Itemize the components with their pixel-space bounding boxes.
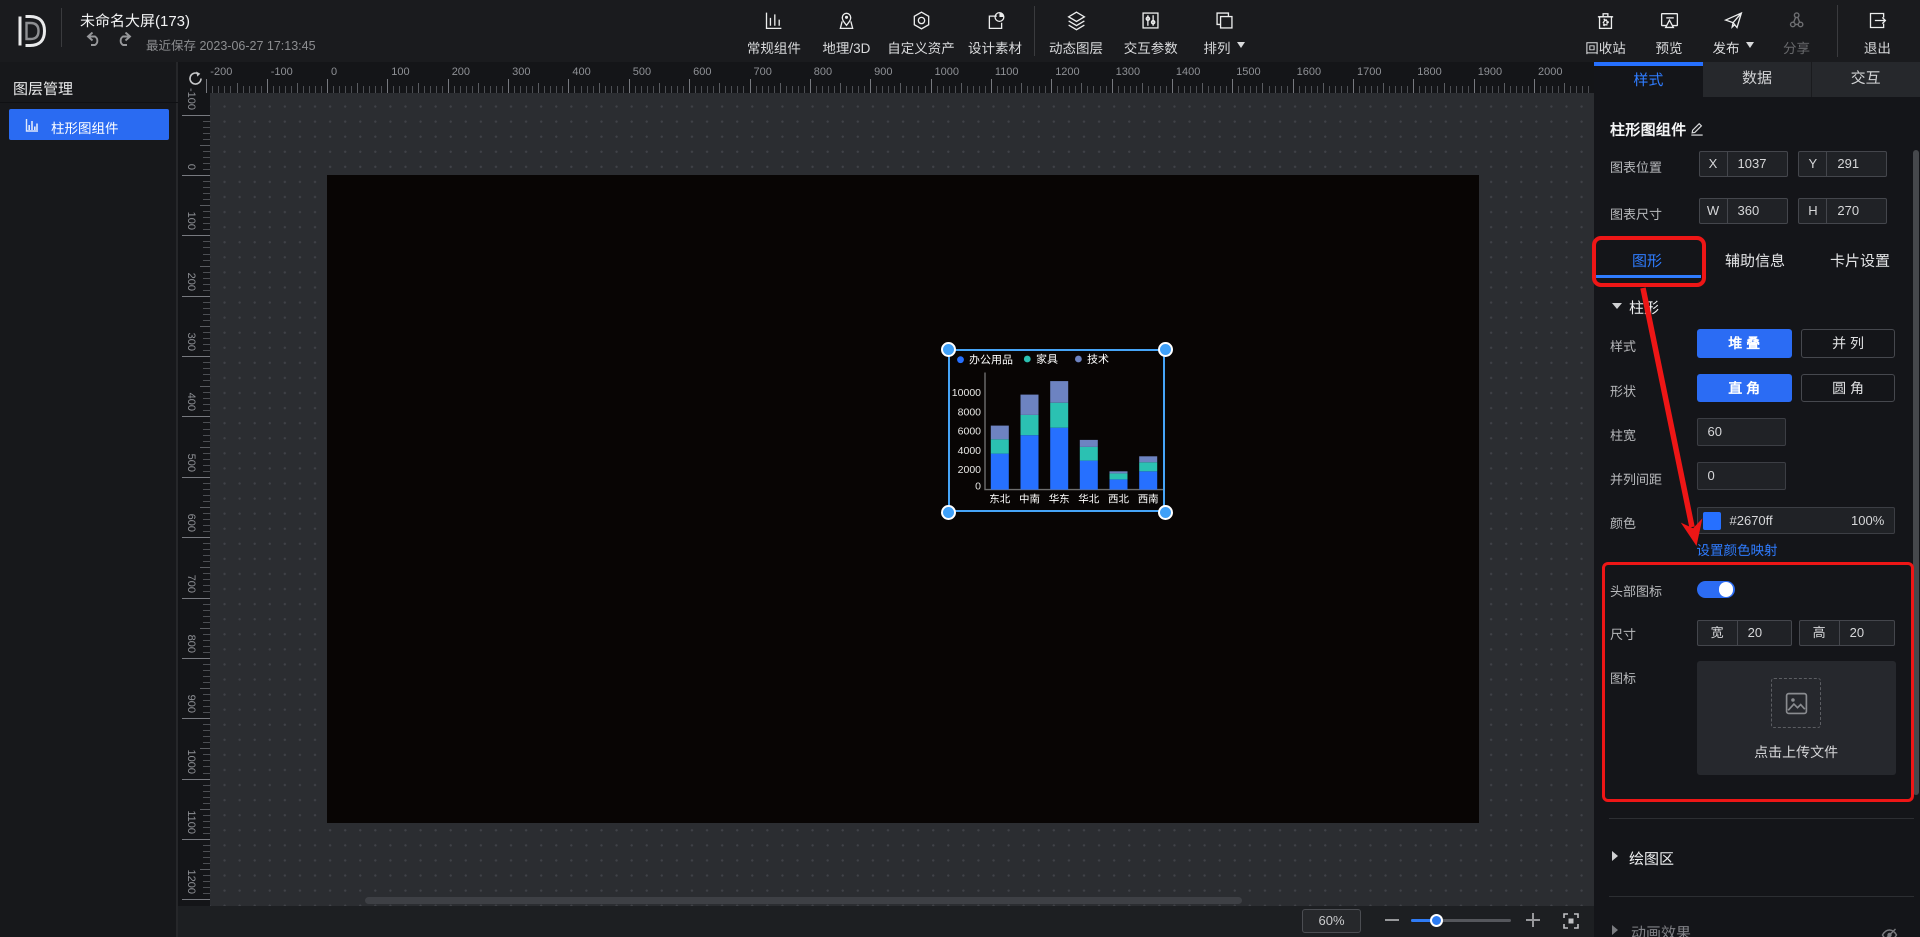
svg-text:8000: 8000 xyxy=(958,406,982,418)
svg-text:办公用品: 办公用品 xyxy=(969,354,1013,367)
svg-text:西北: 西北 xyxy=(1108,494,1130,506)
svg-text:家具: 家具 xyxy=(1036,353,1058,366)
svg-text:10000: 10000 xyxy=(952,387,981,399)
svg-text:中南: 中南 xyxy=(1019,494,1040,506)
svg-text:2000: 2000 xyxy=(958,464,982,476)
svg-text:西南: 西南 xyxy=(1138,494,1159,506)
svg-text:华北: 华北 xyxy=(1078,494,1099,506)
svg-text:技术: 技术 xyxy=(1087,353,1109,366)
svg-text:华东: 华东 xyxy=(1049,494,1070,506)
svg-text:0: 0 xyxy=(975,481,981,493)
svg-text:6000: 6000 xyxy=(958,426,982,438)
svg-text:4000: 4000 xyxy=(958,445,982,457)
svg-text:东北: 东北 xyxy=(989,494,1010,506)
